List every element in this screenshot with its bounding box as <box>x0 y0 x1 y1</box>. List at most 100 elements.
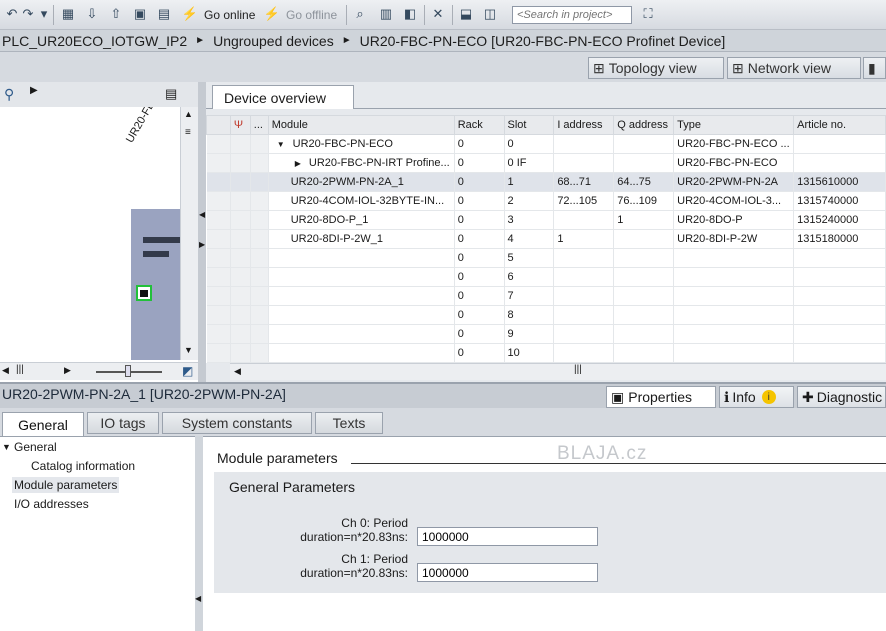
type-cell[interactable]: UR20-8DO-P <box>673 210 795 230</box>
scroll-left-icon[interactable]: ◀ <box>234 366 241 377</box>
nav-item-io-addresses[interactable]: I/O addresses <box>14 497 89 511</box>
scroll-thumb-icon[interactable]: ||| <box>574 364 582 375</box>
i-address-cell[interactable] <box>553 248 615 268</box>
info-tab[interactable]: ℹ Info i <box>719 386 794 408</box>
module-cell[interactable]: ▼ UR20-FBC-PN-ECO <box>268 134 455 154</box>
i-address-cell[interactable]: 68...71 <box>553 172 615 192</box>
module-cell[interactable]: UR20-8DI-P-2W_1 <box>268 229 455 249</box>
table-row[interactable]: UR20-8DO-P_1 0 3 1 UR20-8DO-P 1315240000 <box>206 210 886 230</box>
article-cell[interactable] <box>793 324 886 344</box>
scroll-thumb-icon[interactable]: ||| <box>16 364 24 375</box>
tab-io-tags[interactable]: IO tags <box>87 412 159 434</box>
overview-toggle-icon[interactable]: ▤ <box>165 86 177 102</box>
scroll-thumb-icon[interactable]: ≡ <box>185 127 191 138</box>
article-cell[interactable] <box>793 343 886 363</box>
table-row[interactable]: UR20-8DI-P-2W_1 0 4 1 UR20-8DI-P-2W 131518000… <box>206 229 886 249</box>
article-cell[interactable]: 1315180000 <box>793 229 886 249</box>
article-cell[interactable] <box>793 153 886 173</box>
zoom-slider-handle[interactable] <box>125 365 131 377</box>
i-address-cell[interactable]: 1 <box>553 229 615 249</box>
column-header-article[interactable]: Article no. <box>793 115 886 135</box>
article-cell[interactable] <box>793 267 886 287</box>
slot-cell[interactable]: 2 <box>504 191 555 211</box>
scroll-left-icon[interactable]: ◀ <box>2 365 9 376</box>
slot-cell[interactable]: 8 <box>504 305 555 325</box>
upload-icon[interactable]: ⇧ <box>108 6 124 22</box>
tree-expander-icon[interactable]: ▼ <box>277 140 285 149</box>
runtime-icon[interactable]: ▤ <box>156 6 172 22</box>
device-overview-tab[interactable]: Device overview <box>212 85 354 109</box>
panel-splitter[interactable]: ◀ ▶ <box>198 82 206 382</box>
slot-cell[interactable]: 3 <box>504 210 555 230</box>
module-cell[interactable] <box>268 343 455 363</box>
device-tool-icon[interactable]: ⚲ <box>4 86 14 103</box>
nav-item-module-parameters[interactable]: Module parameters <box>12 477 120 493</box>
diagnostics-tab[interactable]: ✚ Diagnostic <box>797 386 886 408</box>
accessible-devices-icon[interactable]: ⌕ <box>352 6 368 22</box>
module-cell[interactable] <box>268 267 455 287</box>
type-cell[interactable]: UR20-8DI-P-2W <box>673 229 795 249</box>
device-canvas-horizontal-scrollbar[interactable]: ◀ ||| ▶ ◩ <box>0 362 198 380</box>
table-row[interactable]: 0 10 <box>206 343 886 363</box>
split-editor-icon[interactable]: ◧ <box>402 6 418 22</box>
rack-cell[interactable]: 0 <box>454 134 505 154</box>
slot-cell[interactable]: 6 <box>504 267 555 287</box>
tab-system-constants[interactable]: System constants <box>162 412 312 434</box>
type-cell[interactable]: UR20-FBC-PN-ECO ... <box>673 134 795 154</box>
device-module[interactable] <box>131 209 180 360</box>
q-address-cell[interactable] <box>613 153 675 173</box>
slot-cell[interactable]: 0 <box>504 134 555 154</box>
column-header-more[interactable]: ... <box>249 115 269 135</box>
i-address-cell[interactable] <box>553 324 615 344</box>
table-row[interactable]: 06 <box>206 267 886 287</box>
q-address-cell[interactable] <box>613 229 675 249</box>
article-cell[interactable] <box>793 134 886 154</box>
module-cell[interactable] <box>268 248 455 268</box>
module-cell[interactable]: UR20-8DO-P_1 <box>268 210 455 230</box>
i-address-cell[interactable]: 72...105 <box>553 191 615 211</box>
type-cell[interactable] <box>673 324 795 344</box>
rack-cell[interactable]: 0 <box>454 343 505 363</box>
i-address-cell[interactable] <box>553 210 615 230</box>
breadcrumb-item-group[interactable]: Ungrouped devices <box>213 33 334 49</box>
tab-general[interactable]: General <box>2 412 84 436</box>
table-row[interactable]: UR20-4COM-IOL-32BYTE-IN... 0 2 72...105 76..… <box>206 191 886 211</box>
i-address-cell[interactable] <box>553 134 615 154</box>
rack-cell[interactable]: 0 <box>454 191 505 211</box>
tab-texts[interactable]: Texts <box>315 412 383 434</box>
i-address-cell[interactable] <box>553 286 615 306</box>
table-row[interactable]: ▶ UR20-FBC-PN-IRT Profine... 0 0 IF UR20-FBC… <box>206 153 886 173</box>
split-horizontal-icon[interactable]: ⬓ <box>458 6 474 22</box>
q-address-cell[interactable] <box>613 134 675 154</box>
column-header-status[interactable]: Ψ <box>229 115 251 135</box>
download-icon[interactable]: ⇩ <box>84 6 100 22</box>
slot-cell[interactable]: 10 <box>504 343 555 363</box>
article-cell[interactable] <box>793 305 886 325</box>
device-view-tab[interactable]: ▮ <box>863 57 886 79</box>
cross-reference-icon[interactable]: ▥ <box>378 6 394 22</box>
q-address-cell[interactable] <box>613 343 675 363</box>
module-cell[interactable] <box>268 305 455 325</box>
topology-view-tab[interactable]: ⊞ Topology view <box>588 57 724 79</box>
properties-tab[interactable]: ▣ Properties <box>606 386 716 408</box>
module-cell[interactable]: UR20-2PWM-PN-2A_1 <box>268 172 455 192</box>
column-header-slot[interactable]: Slot <box>503 115 555 135</box>
tree-expander-icon[interactable]: ▶ <box>295 159 301 168</box>
table-row[interactable]: 05 <box>206 248 886 268</box>
column-header-module[interactable]: Module <box>267 115 455 135</box>
slot-cell[interactable]: 7 <box>504 286 555 306</box>
q-address-cell[interactable] <box>613 324 675 344</box>
scroll-down-icon[interactable]: ▼ <box>184 345 193 355</box>
article-cell[interactable] <box>793 286 886 306</box>
module-cell[interactable]: UR20-4COM-IOL-32BYTE-IN... <box>268 191 455 211</box>
breadcrumb-item-device[interactable]: UR20-FBC-PN-ECO [UR20-FBC-PN-ECO Profine… <box>360 33 726 49</box>
search-input[interactable] <box>512 6 632 24</box>
rack-cell[interactable]: 0 <box>454 229 505 249</box>
ch1-period-input[interactable] <box>417 563 598 582</box>
start-simulation-icon[interactable]: ▣ <box>132 6 148 22</box>
module-cell[interactable]: ▶ UR20-FBC-PN-IRT Profine... <box>268 153 455 173</box>
q-address-cell[interactable] <box>613 248 675 268</box>
zoom-fit-icon[interactable]: ◩ <box>182 364 193 378</box>
rack-cell[interactable]: 0 <box>454 153 505 173</box>
column-header-rack[interactable]: Rack <box>453 115 505 135</box>
